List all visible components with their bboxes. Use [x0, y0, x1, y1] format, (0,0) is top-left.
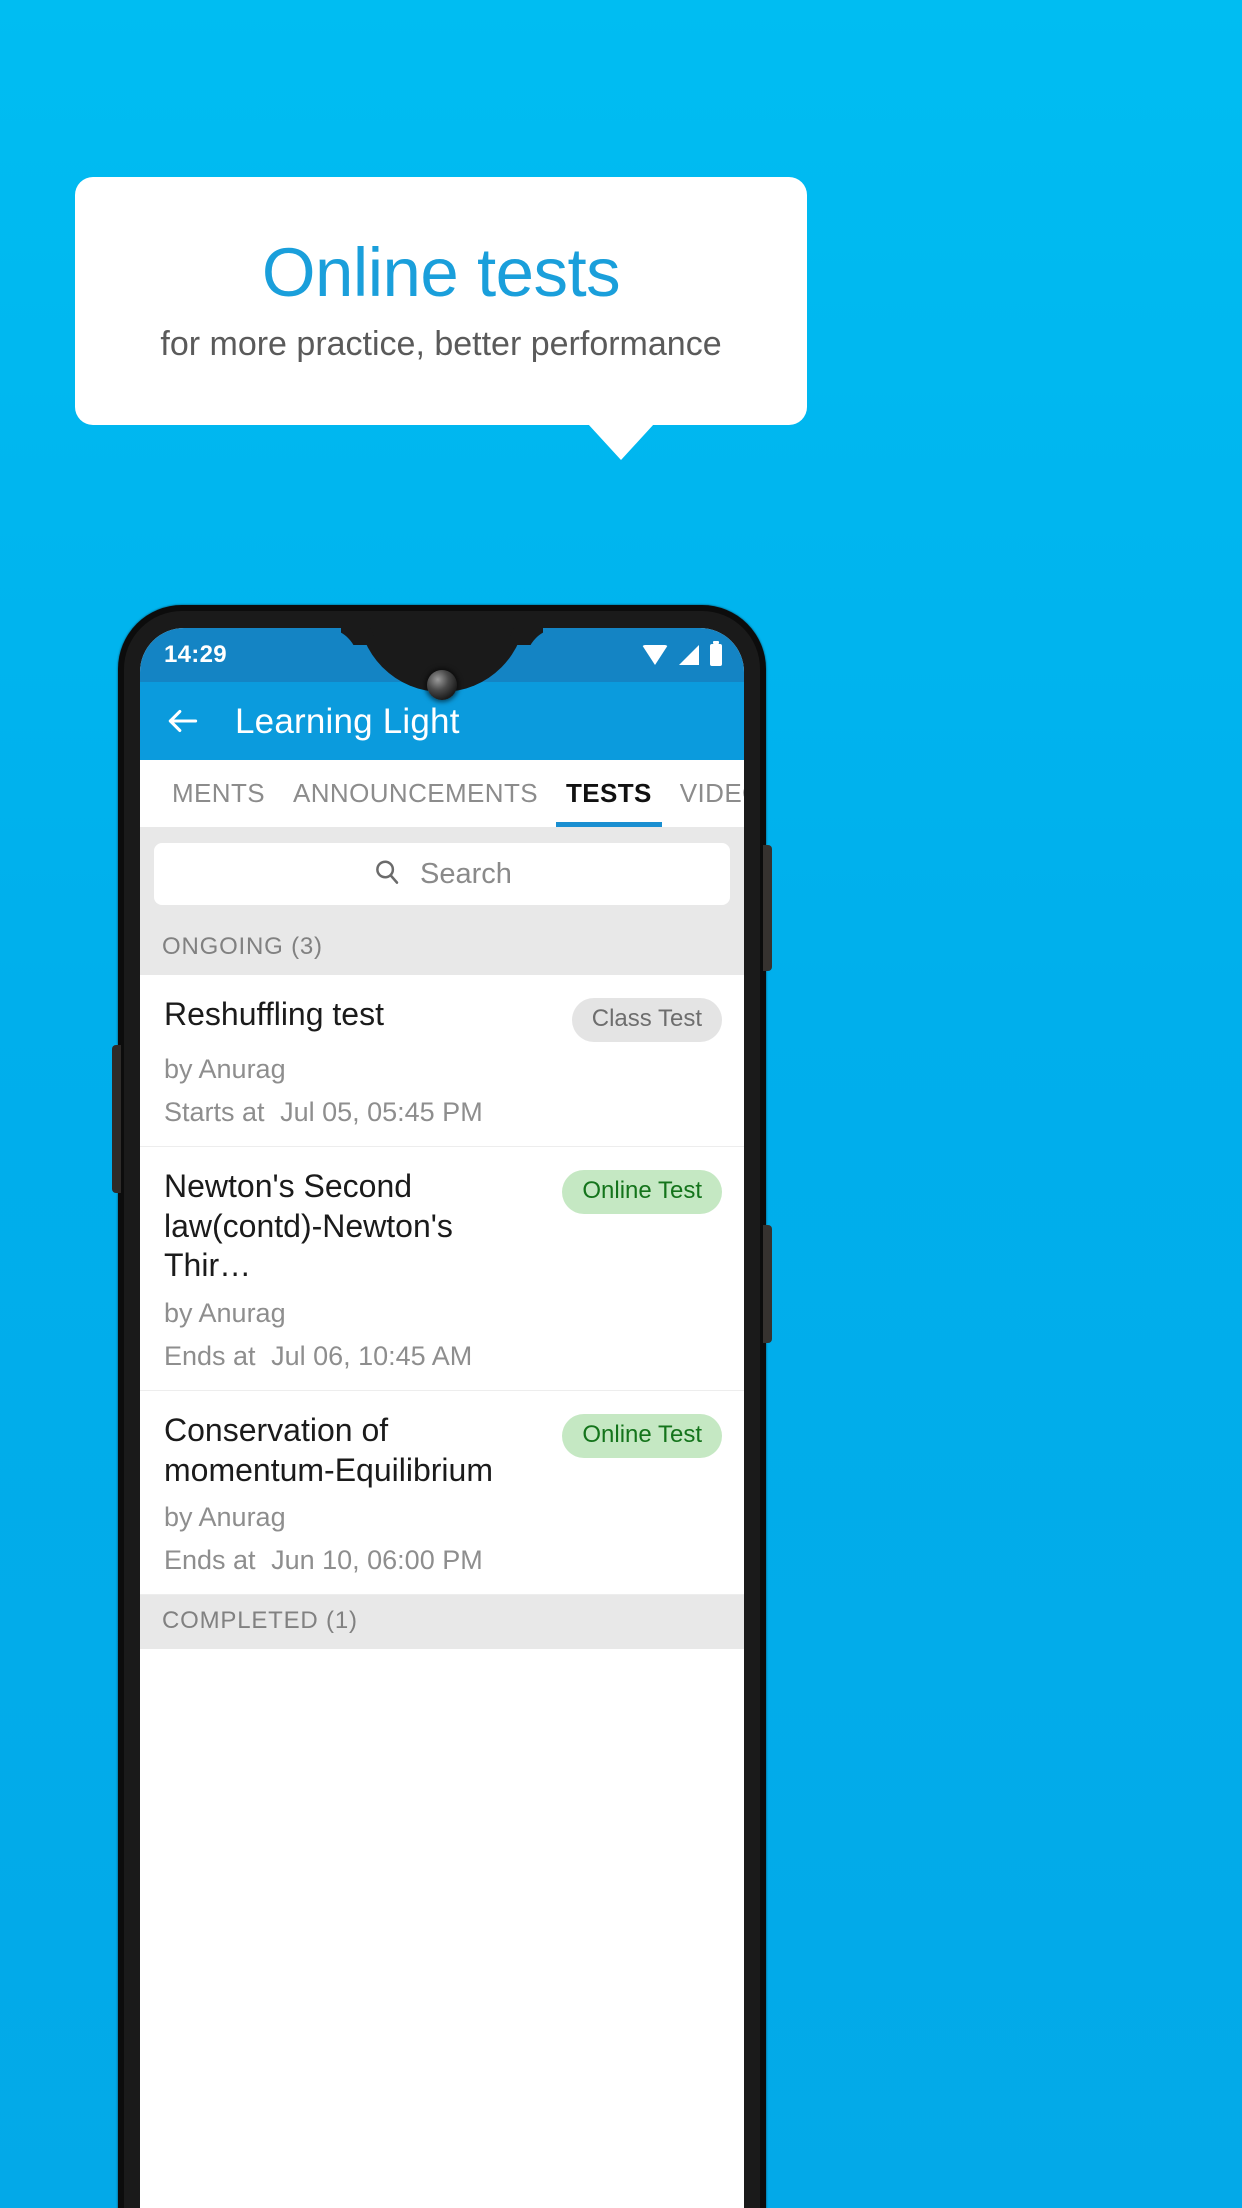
test-item-header: Conservation of momentum-Equilibrium Onl…: [164, 1411, 722, 1490]
status-badge: Online Test: [562, 1170, 722, 1214]
test-list-item[interactable]: Newton's Second law(contd)-Newton's Thir…: [140, 1147, 744, 1392]
callout-tail-triangle: [588, 424, 654, 460]
phone-power-button[interactable]: [763, 845, 772, 971]
test-time-label: Ends at: [164, 1341, 256, 1372]
phone-volume-button[interactable]: [112, 1045, 121, 1193]
section-header-ongoing: ONGOING (3): [140, 921, 744, 975]
phone-screen: 14:29 Learning Light MENTS ANNOUNCEMENTS…: [140, 628, 744, 2208]
signal-icon: [679, 645, 699, 665]
search-icon: [372, 857, 402, 892]
promo-subtitle: for more practice, better performance: [160, 324, 722, 363]
test-time: Ends at Jul 06, 10:45 AM: [164, 1343, 722, 1370]
test-item-header: Reshuffling test Class Test: [164, 995, 722, 1042]
test-time-value: Jul 06, 10:45 AM: [271, 1341, 473, 1372]
test-time: Ends at Jun 10, 06:00 PM: [164, 1547, 722, 1574]
test-time-label: Ends at: [164, 1545, 256, 1576]
test-title: Conservation of momentum-Equilibrium: [164, 1412, 493, 1488]
test-title: Reshuffling test: [164, 996, 384, 1032]
back-arrow-icon[interactable]: [164, 702, 202, 740]
test-time-value: Jul 05, 05:45 PM: [280, 1097, 483, 1127]
test-author: by Anurag: [164, 1502, 286, 1533]
status-bar-icons: [642, 641, 722, 666]
tab-announcements[interactable]: ANNOUNCEMENTS: [279, 760, 552, 827]
status-bar-time: 14:29: [164, 641, 227, 668]
test-author: by Anurag: [164, 1054, 286, 1084]
tab-tests[interactable]: TESTS: [552, 760, 666, 827]
test-title: Newton's Second law(contd)-Newton's Thir…: [164, 1168, 453, 1284]
tab-bar: MENTS ANNOUNCEMENTS TESTS VIDEOS: [140, 760, 744, 827]
promo-screenshot: Online tests for more practice, better p…: [0, 0, 1242, 2208]
search-input[interactable]: Search: [154, 843, 730, 905]
section-header-completed: COMPLETED (1): [140, 1595, 744, 1650]
status-bar: 14:29: [140, 628, 744, 700]
search-placeholder: Search: [420, 857, 512, 890]
test-list-item[interactable]: Reshuffling test Class Test by Anurag St…: [140, 975, 744, 1147]
status-badge: Online Test: [562, 1414, 722, 1459]
test-time-label: Starts at: [164, 1097, 265, 1127]
promo-callout-card: Online tests for more practice, better p…: [75, 177, 807, 425]
status-badge: Class Test: [571, 998, 722, 1042]
tab-videos[interactable]: VIDEOS: [666, 760, 744, 827]
test-time-value: Jun 10, 06:00 PM: [271, 1545, 483, 1576]
phone-side-button[interactable]: [763, 1225, 772, 1343]
front-camera: [427, 670, 457, 700]
battery-icon: [710, 641, 722, 666]
test-author: by Anurag: [164, 1298, 286, 1329]
test-item-header: Newton's Second law(contd)-Newton's Thir…: [164, 1167, 722, 1286]
tests-content: Search ONGOING (3) Reshuffling test Clas…: [140, 827, 744, 2208]
test-list-item[interactable]: Conservation of momentum-Equilibrium Onl…: [140, 1391, 744, 1596]
search-container: Search: [140, 827, 744, 921]
tab-assignments[interactable]: MENTS: [158, 760, 279, 827]
app-bar-title: Learning Light: [235, 701, 460, 741]
test-time: Starts at Jul 05, 05:45 PM: [164, 1099, 722, 1126]
phone-mockup: 14:29 Learning Light MENTS ANNOUNCEMENTS…: [112, 605, 772, 2208]
promo-title: Online tests: [261, 234, 621, 312]
wifi-icon: [642, 645, 668, 665]
